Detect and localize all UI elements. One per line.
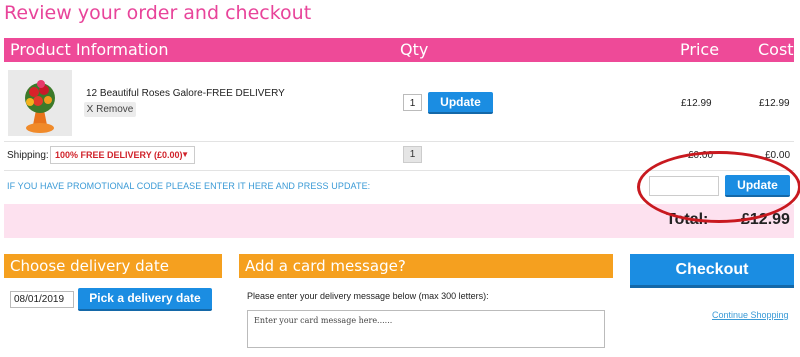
item-cost: £12.99 [759,98,790,109]
row-divider [4,141,794,142]
price-column-header: Price [680,40,720,59]
total-value: £12.99 [741,211,790,228]
page-title: Review your order and checkout [4,2,312,24]
product-name[interactable]: 12 Beautiful Roses Galore-FREE DELIVERY [86,88,285,99]
delivery-date-input[interactable]: 08/01/2019 [10,291,74,308]
row-divider [4,170,794,171]
card-message-instruction: Please enter your delivery message below… [247,291,489,301]
delivery-date-header: Choose delivery date [4,254,222,278]
roses-bouquet-icon [8,70,72,136]
shipping-selected-option: 100% FREE DELIVERY (£0.00) [55,150,183,160]
promo-update-button[interactable]: Update [725,175,790,197]
shipping-price: £0.00 [688,150,714,161]
card-message-textarea[interactable]: Enter your card message here...... [247,310,605,348]
qty-column-header: Qty [400,40,429,59]
checkout-button[interactable]: Checkout [630,254,794,288]
total-label: Total: [666,211,709,228]
chevron-down-icon: ▼ [181,150,189,159]
continue-shopping-link[interactable]: Continue Shopping [712,310,789,320]
remove-item-button[interactable]: X Remove [84,102,136,117]
product-image[interactable] [8,70,72,136]
promo-code-prompt: IF YOU HAVE PROMOTIONAL CODE PLEASE ENTE… [7,181,371,191]
pick-delivery-date-button[interactable]: Pick a delivery date [78,288,212,311]
card-message-header: Add a card message? [239,254,613,278]
item-price: £12.99 [681,98,712,109]
cart-table-header: Product Information Qty Price Cost [4,38,794,62]
item-quantity-input[interactable]: 1 [403,94,422,111]
update-quantity-button[interactable]: Update [428,92,493,114]
cost-column-header: Cost [758,40,794,59]
shipping-label: Shipping: [7,150,49,161]
shipping-select[interactable]: 100% FREE DELIVERY (£0.00) ▼ [50,146,195,164]
product-column-header: Product Information [10,40,169,59]
promo-code-input[interactable] [649,176,719,196]
shipping-cost: £0.00 [765,150,791,161]
shipping-quantity: 1 [403,146,422,163]
